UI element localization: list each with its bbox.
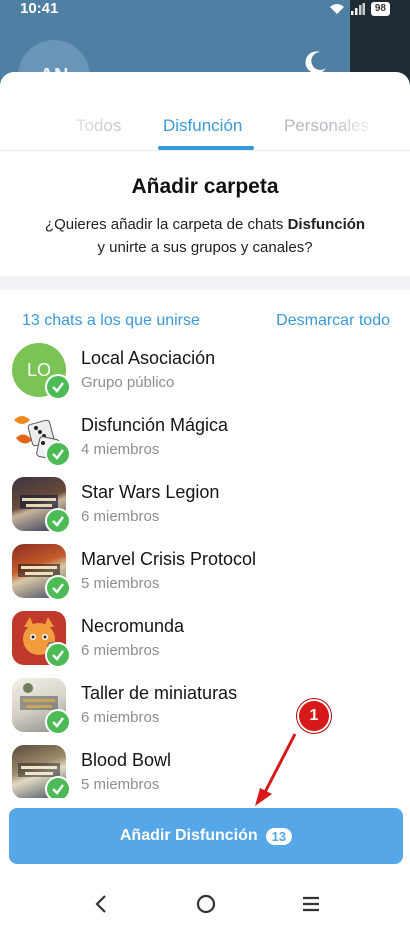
chat-subtitle: 5 miembros xyxy=(81,776,160,793)
unmark-all-button[interactable]: Desmarcar todo xyxy=(276,312,390,330)
menu-icon[interactable] xyxy=(299,892,323,916)
wifi-icon xyxy=(329,4,344,14)
back-icon[interactable] xyxy=(90,892,114,916)
status-bar: 10:41 98 xyxy=(0,0,410,22)
list-item[interactable]: Taller de miniaturas 6 miembros xyxy=(0,671,410,738)
dialog-description: ¿Quieres añadir la carpeta de chats Disf… xyxy=(30,213,380,259)
desc-prefix: ¿Quieres añadir la carpeta de chats xyxy=(44,216,288,233)
tab-disfuncion[interactable]: Disfunción xyxy=(163,116,242,136)
status-time: 10:41 xyxy=(20,0,59,17)
chat-name: Taller de miniaturas xyxy=(81,683,238,703)
chat-subtitle: Grupo público xyxy=(81,374,175,391)
check-icon[interactable] xyxy=(45,508,71,534)
chat-subtitle: 6 miembros xyxy=(81,508,160,525)
check-icon[interactable] xyxy=(45,709,71,735)
list-item[interactable]: Star Wars Legion 6 miembros xyxy=(0,470,410,537)
chat-name: Local Asociación xyxy=(81,348,216,368)
annotation-arrow-icon xyxy=(255,733,297,806)
check-icon[interactable] xyxy=(45,441,71,467)
check-icon[interactable] xyxy=(45,374,71,400)
signal-icon xyxy=(350,3,365,15)
check-icon[interactable] xyxy=(45,575,71,601)
list-item[interactable]: LO Local Asociación Grupo público xyxy=(0,336,410,403)
chats-count-label: 13 chats a los que unirse xyxy=(22,312,200,329)
check-icon[interactable] xyxy=(45,642,71,668)
chat-name: Star Wars Legion xyxy=(81,482,220,502)
list-item[interactable]: Necromunda 6 miembros xyxy=(0,604,410,671)
chat-subtitle: 6 miembros xyxy=(81,709,160,726)
system-nav-bar xyxy=(0,878,410,926)
chat-subtitle: 6 miembros xyxy=(81,642,160,659)
tabs-fade-left xyxy=(40,102,110,142)
chat-name: Necromunda xyxy=(81,616,185,636)
status-icons: 98 xyxy=(329,2,390,16)
home-icon[interactable] xyxy=(194,892,218,916)
desc-folder: Disfunción xyxy=(287,216,366,233)
chat-name: Blood Bowl xyxy=(81,750,172,770)
list-item[interactable]: Blood Bowl 5 miembros xyxy=(0,738,410,805)
add-folder-button[interactable]: Añadir Disfunción 13 xyxy=(9,808,403,864)
annotation-number: 1 xyxy=(309,707,319,724)
list-header: 13 chats a los que unirse Desmarcar todo xyxy=(0,312,410,336)
chat-name: Disfunción Mágica xyxy=(81,415,229,435)
add-folder-button-label: Añadir Disfunción xyxy=(119,827,258,844)
chat-name: Marvel Crisis Protocol xyxy=(81,549,257,569)
folder-tabs: Todos Disfunción Personales xyxy=(0,72,410,152)
add-folder-count-badge: 13 xyxy=(265,827,293,845)
annotation-badge: 1 xyxy=(297,699,331,733)
list-item[interactable]: Marvel Crisis Protocol 5 miembros xyxy=(0,537,410,604)
tabs-fade-right xyxy=(330,102,380,142)
section-divider xyxy=(0,276,410,290)
battery-icon: 98 xyxy=(370,2,390,16)
tabs-divider xyxy=(0,150,410,151)
list-item[interactable]: Disfunción Mágica 4 miembros xyxy=(0,403,410,470)
chat-subtitle: 4 miembros xyxy=(81,441,160,458)
desc-suffix: y unirte a sus grupos y canales? xyxy=(97,239,313,256)
dialog-title: Añadir carpeta xyxy=(131,175,279,198)
chat-subtitle: 5 miembros xyxy=(81,575,160,592)
